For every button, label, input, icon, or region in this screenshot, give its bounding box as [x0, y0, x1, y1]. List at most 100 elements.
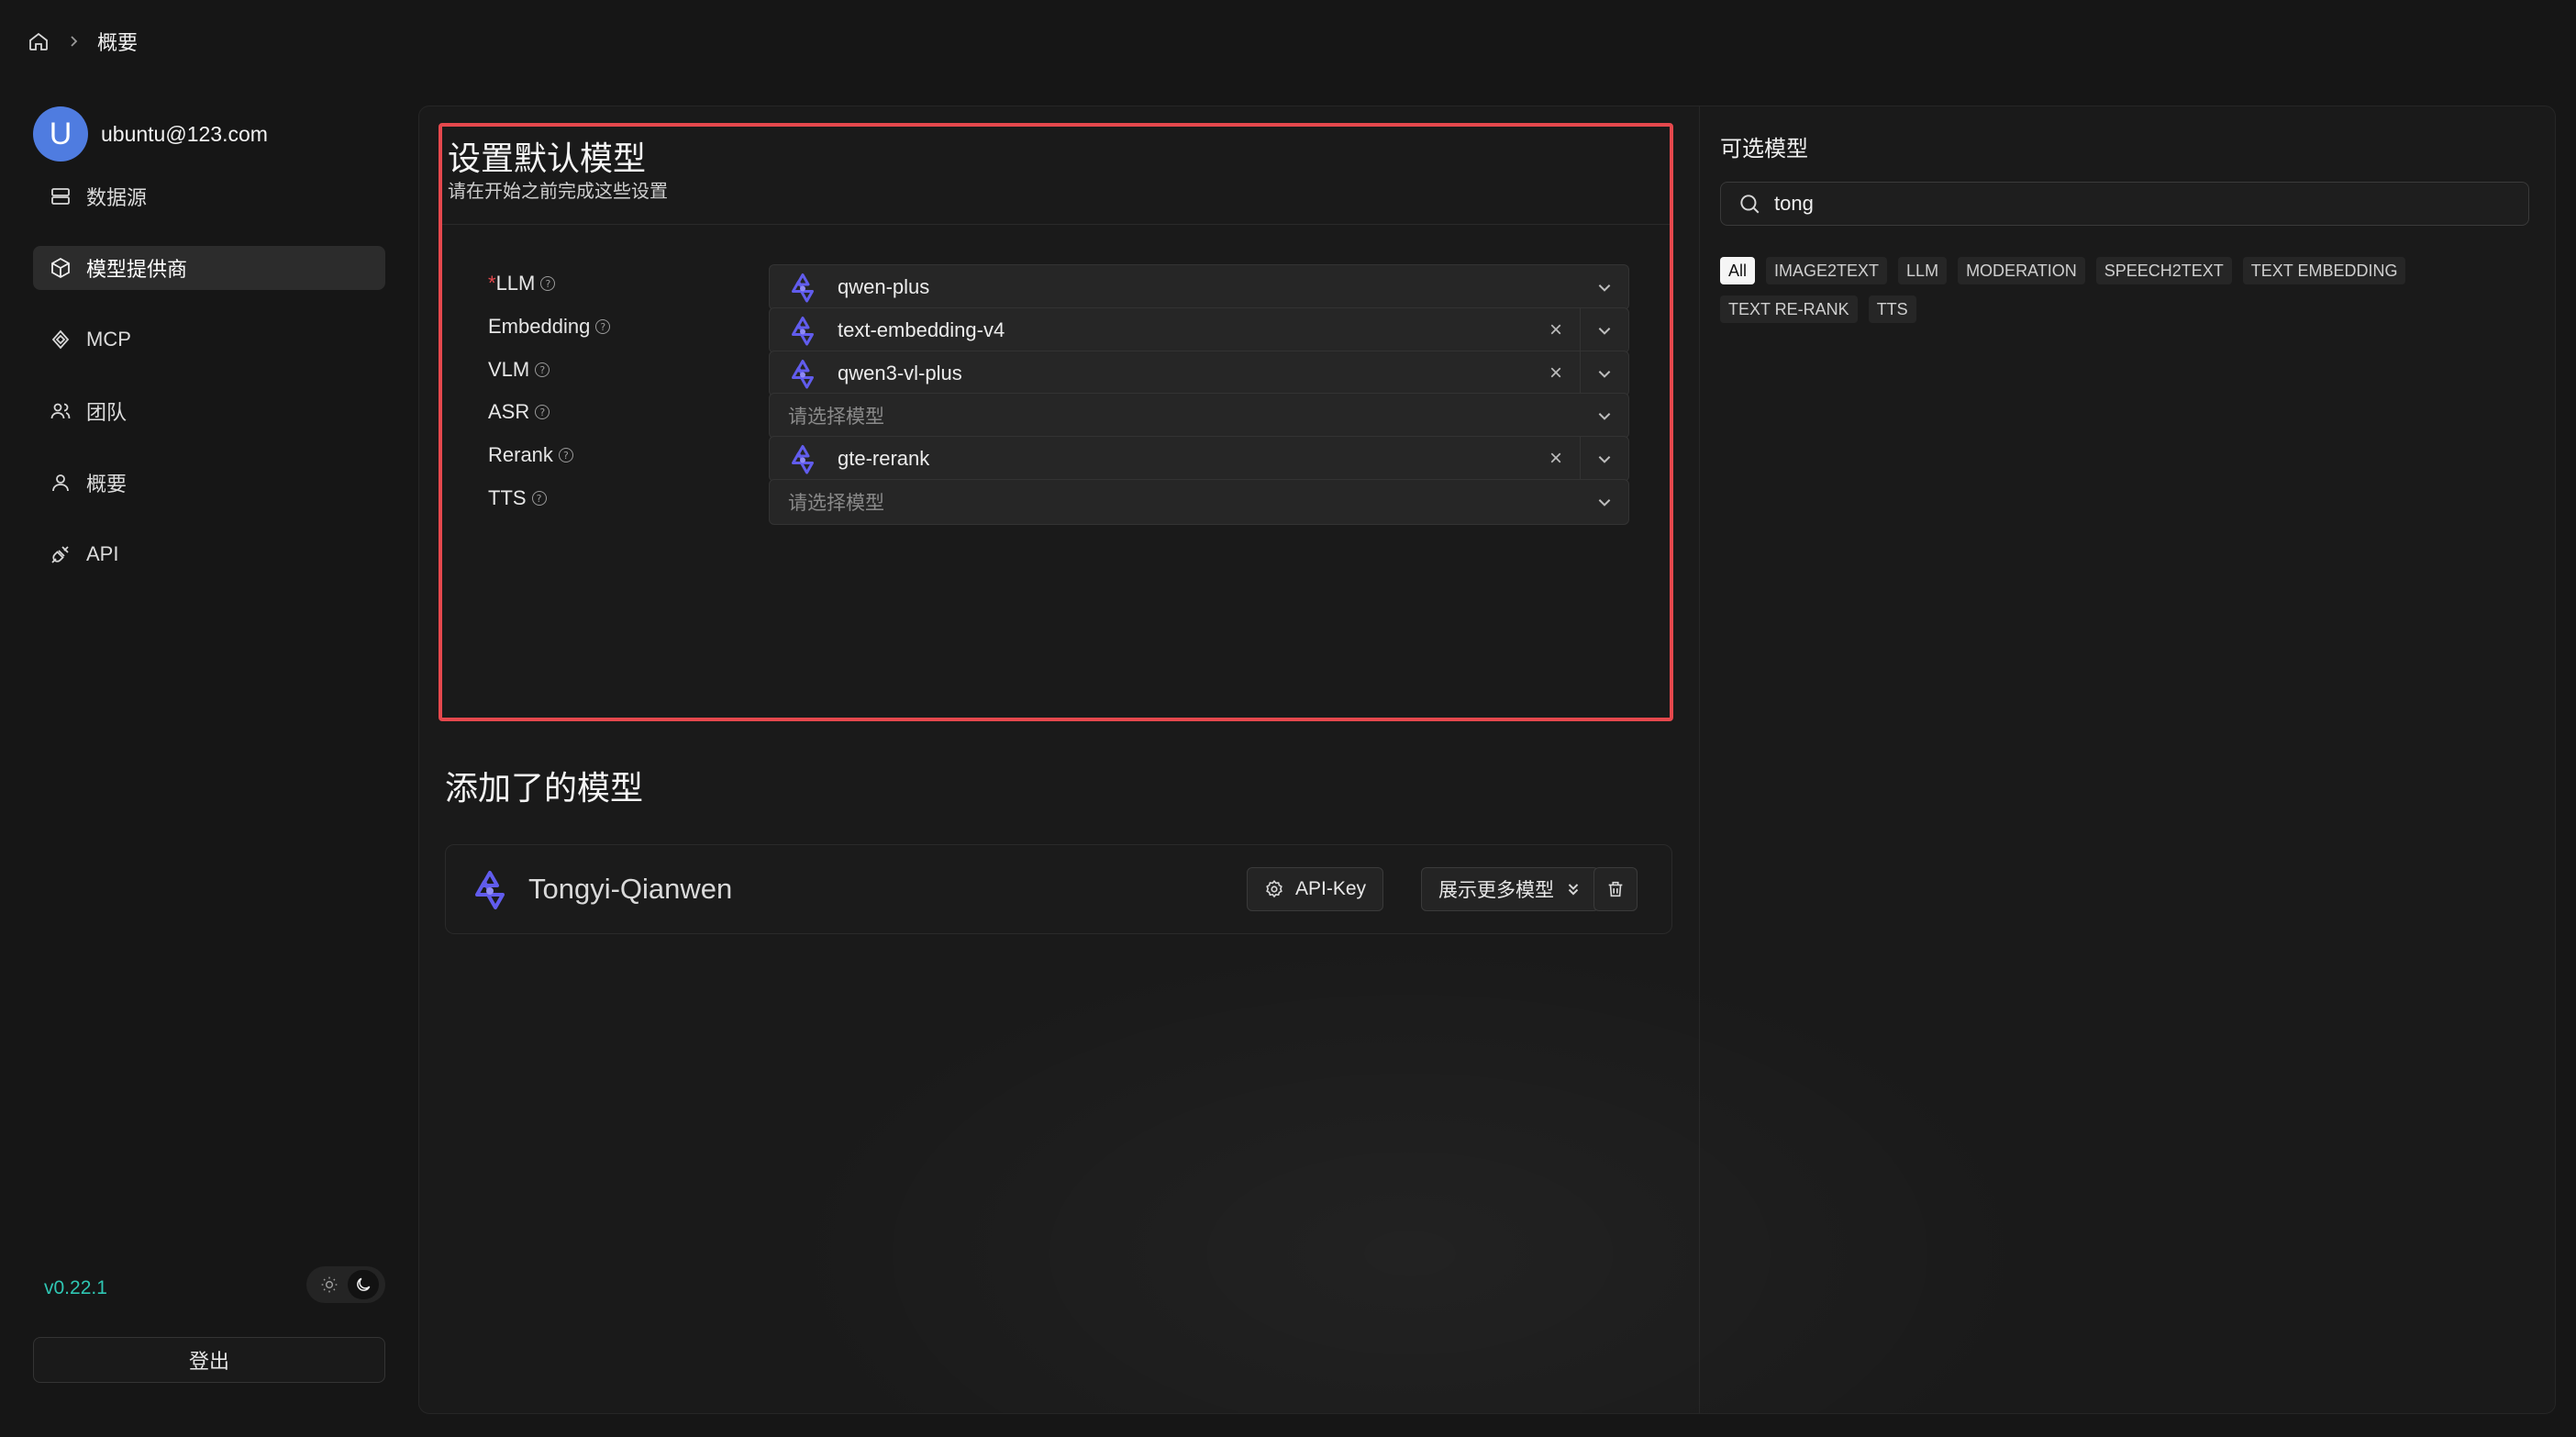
section-subtitle: 请在开始之前完成这些设置 [448, 182, 668, 202]
asr-label: ASR ? [488, 400, 550, 424]
chevrons-down-icon [1568, 884, 1579, 896]
avatar: U [33, 106, 88, 162]
filter-tag-text-embedding[interactable]: TEXT EMBEDDING [2242, 257, 2406, 284]
llm-select[interactable]: qwen-plus [769, 264, 1629, 310]
clear-icon[interactable]: × [1545, 317, 1567, 343]
chevron-down-icon[interactable] [1581, 407, 1628, 424]
sidebar-item-label: 团队 [86, 401, 128, 424]
available-models-title: 可选模型 [1720, 137, 1808, 162]
sidebar: U ubuntu@123.com 数据源 模型提供商 MCP 团队 概要 API… [0, 83, 404, 1437]
clear-icon[interactable]: × [1545, 361, 1567, 386]
filter-tag-tts[interactable]: TTS [1868, 295, 1916, 323]
api-icon [51, 546, 69, 563]
sidebar-item-label: 概要 [86, 473, 128, 496]
help-icon[interactable]: ? [558, 448, 573, 462]
select-placeholder: 请选择模型 [788, 407, 884, 428]
help-icon[interactable]: ? [535, 362, 550, 377]
help-icon[interactable]: ? [540, 276, 556, 291]
select-value: gte-rerank [838, 447, 930, 470]
embedding-select[interactable]: text-embedding-v4 × [769, 307, 1629, 353]
rerank-select[interactable]: gte-rerank × [769, 436, 1629, 482]
team-icon [50, 403, 71, 419]
filter-tag-moderation[interactable]: MODERATION [1958, 257, 2085, 284]
tongyi-logo-icon [792, 273, 814, 303]
filter-tag-text-rerank[interactable]: TEXT RE-RANK [1720, 295, 1858, 323]
sidebar-item-team[interactable]: 团队 [33, 389, 385, 433]
sidebar-item-label: 模型提供商 [86, 258, 188, 281]
help-icon[interactable]: ? [535, 405, 550, 419]
show-more-label: 展示更多模型 [1438, 880, 1554, 901]
gear-icon [1266, 880, 1282, 898]
theme-toggle[interactable] [306, 1266, 385, 1303]
asr-select[interactable]: 请选择模型 [769, 393, 1629, 439]
sidebar-item-label: MCP [86, 328, 131, 351]
chevron-right-icon [66, 34, 81, 49]
user-profile[interactable]: U ubuntu@123.com [33, 106, 268, 162]
delete-provider-button[interactable] [1593, 867, 1638, 911]
chevron-down-icon[interactable] [1581, 494, 1628, 510]
api-key-label: API-Key [1295, 878, 1367, 899]
llm-label: *LLM ? [488, 272, 556, 295]
breadcrumb: 概要 [28, 26, 138, 57]
clear-icon[interactable]: × [1545, 446, 1567, 472]
select-value: qwen3-vl-plus [838, 362, 962, 384]
model-search [1720, 182, 2529, 226]
show-more-models-button[interactable]: 展示更多模型 [1421, 867, 1599, 911]
model-type-filters: All IMAGE2TEXT LLM MODERATION SPEECH2TEX… [1720, 257, 2537, 323]
embedding-label: Embedding ? [488, 315, 611, 339]
user-email: ubuntu@123.com [101, 121, 268, 146]
sidebar-nav: 数据源 模型提供商 MCP 团队 概要 API [33, 174, 385, 604]
logout-button[interactable]: 登出 [33, 1337, 385, 1383]
main-panel: 设置默认模型 请在开始之前完成这些设置 *LLM ? qwen-plus Emb… [418, 106, 2556, 1414]
chevron-down-icon[interactable] [1581, 322, 1628, 339]
sidebar-item-mcp[interactable]: MCP [33, 317, 385, 362]
added-models-title: 添加了的模型 [445, 769, 644, 807]
select-value: qwen-plus [838, 275, 930, 298]
version-label: v0.22.1 [44, 1277, 107, 1298]
filter-tag-image2text[interactable]: IMAGE2TEXT [1766, 257, 1888, 284]
sidebar-item-api[interactable]: API [33, 532, 385, 576]
tts-select[interactable]: 请选择模型 [769, 479, 1629, 525]
mcp-icon [51, 329, 70, 350]
help-icon[interactable]: ? [531, 491, 547, 506]
sun-icon[interactable] [314, 1270, 345, 1299]
column-divider [1699, 106, 1700, 1413]
tts-label: TTS ? [488, 486, 547, 510]
home-icon[interactable] [28, 30, 50, 52]
chevron-down-icon[interactable] [1581, 451, 1628, 467]
help-icon[interactable]: ? [595, 319, 611, 334]
chevron-down-icon[interactable] [1581, 365, 1628, 382]
provider-card: Tongyi-Qianwen API-Key 展示更多模型 [445, 844, 1672, 934]
search-input[interactable] [1774, 192, 2490, 216]
moon-icon[interactable] [347, 1270, 379, 1299]
vlm-label: VLM ? [488, 358, 550, 382]
filter-tag-llm[interactable]: LLM [1898, 257, 1948, 284]
api-key-button[interactable]: API-Key [1247, 867, 1384, 911]
sidebar-item-overview[interactable]: 概要 [33, 461, 385, 505]
default-models-section: 设置默认模型 请在开始之前完成这些设置 *LLM ? qwen-plus Emb… [439, 123, 1673, 721]
cube-icon [51, 257, 70, 279]
trash-icon [1608, 881, 1623, 897]
rerank-label: Rerank ? [488, 443, 573, 467]
tongyi-logo-icon [475, 871, 505, 909]
tongyi-logo-icon [792, 445, 814, 474]
tongyi-logo-icon [792, 360, 814, 389]
select-placeholder: 请选择模型 [788, 493, 884, 514]
user-icon [52, 474, 69, 492]
tongyi-logo-icon [792, 317, 814, 346]
vlm-select[interactable]: qwen3-vl-plus × [769, 351, 1629, 396]
section-title: 设置默认模型 [448, 139, 647, 177]
sidebar-item-label: 数据源 [86, 186, 148, 209]
select-value: text-embedding-v4 [838, 318, 1005, 341]
sidebar-item-label: API [86, 542, 119, 565]
divider [442, 224, 1670, 225]
filter-tag-speech2text[interactable]: SPEECH2TEXT [2095, 257, 2232, 284]
search-icon [1740, 195, 1760, 214]
required-marker: * [488, 272, 496, 295]
database-icon [51, 188, 70, 205]
sidebar-item-datasource[interactable]: 数据源 [33, 174, 385, 218]
filter-tag-all[interactable]: All [1720, 257, 1756, 284]
sidebar-item-model-providers[interactable]: 模型提供商 [33, 246, 385, 290]
chevron-down-icon[interactable] [1581, 279, 1628, 295]
breadcrumb-current: 概要 [97, 31, 139, 54]
